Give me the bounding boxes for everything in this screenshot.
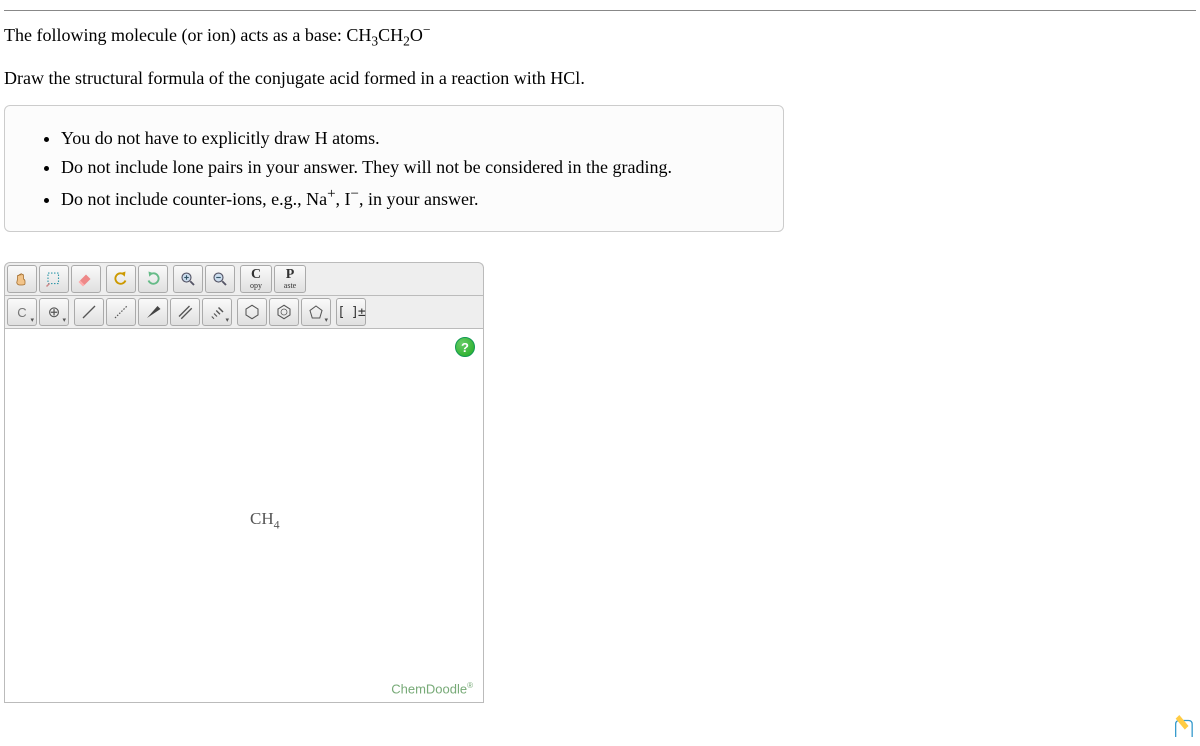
help-button[interactable]: ? [455, 337, 475, 357]
brand-text: ChemDoodle [391, 681, 467, 696]
scroll-pencil-icon[interactable] [1172, 713, 1194, 744]
bracket-charge-button[interactable]: [ ]± [336, 298, 366, 326]
drawing-canvas[interactable]: ? CH4 ChemDoodle® [4, 328, 484, 703]
instruction-item-1: Do not include lone pairs in your answer… [61, 153, 757, 182]
double-bond-button[interactable] [170, 298, 200, 326]
brand-reg: ® [467, 681, 473, 690]
hash-bond-button[interactable] [202, 298, 232, 326]
redo-button[interactable] [138, 265, 168, 293]
paste-big-label: P [286, 268, 295, 282]
paste-button[interactable]: P aste [274, 265, 306, 293]
q2-prefix: Draw the structural formula of the conju… [4, 68, 550, 88]
instruction-item-2: Do not include counter-ions, e.g., Na+, … [61, 182, 757, 214]
zoom-out-button[interactable] [205, 265, 235, 293]
undo-button[interactable] [106, 265, 136, 293]
eraser-tool-button[interactable] [71, 265, 101, 293]
toolbar-row-1: C opy P aste [4, 262, 484, 295]
bracket-charge-label: [ ]± [337, 305, 364, 320]
wedge-bond-button[interactable] [138, 298, 168, 326]
charge-plus-icon: ⊕ [48, 303, 61, 322]
atom-C-label: C [17, 305, 26, 320]
chemdoodle-watermark: ChemDoodle® [391, 681, 473, 696]
instruction-box: You do not have to explicitly draw H ato… [4, 105, 784, 232]
paste-small-label: aste [284, 282, 296, 290]
charge-selector-button[interactable]: ⊕ [39, 298, 69, 326]
q1-prefix: The following molecule (or ion) acts as … [4, 25, 346, 45]
lasso-tool-button[interactable] [39, 265, 69, 293]
q2-formula: HCl [550, 68, 580, 88]
structure-editor: C opy P aste C ⊕ [4, 262, 484, 703]
q1-formula: CH3CH2O− [346, 25, 430, 45]
q2-suffix: . [580, 68, 585, 88]
question-line-1: The following molecule (or ion) acts as … [4, 19, 1196, 52]
toolbar-row-2: C ⊕ [4, 295, 484, 328]
canvas-molecule-label[interactable]: CH4 [250, 509, 280, 532]
atom-selector-button[interactable]: C [7, 298, 37, 326]
zoom-in-button[interactable] [173, 265, 203, 293]
instruction-item-0: You do not have to explicitly draw H ato… [61, 124, 757, 153]
hand-tool-button[interactable] [7, 265, 37, 293]
help-icon: ? [461, 340, 469, 355]
copy-button[interactable]: C opy [240, 265, 272, 293]
copy-small-label: opy [250, 282, 262, 290]
cyclohexane-button[interactable] [237, 298, 267, 326]
benzene-button[interactable] [269, 298, 299, 326]
dotted-bond-button[interactable] [106, 298, 136, 326]
question-line-2: Draw the structural formula of the conju… [4, 64, 1196, 93]
cyclopentane-button[interactable] [301, 298, 331, 326]
single-bond-button[interactable] [74, 298, 104, 326]
copy-big-label: C [251, 268, 261, 282]
